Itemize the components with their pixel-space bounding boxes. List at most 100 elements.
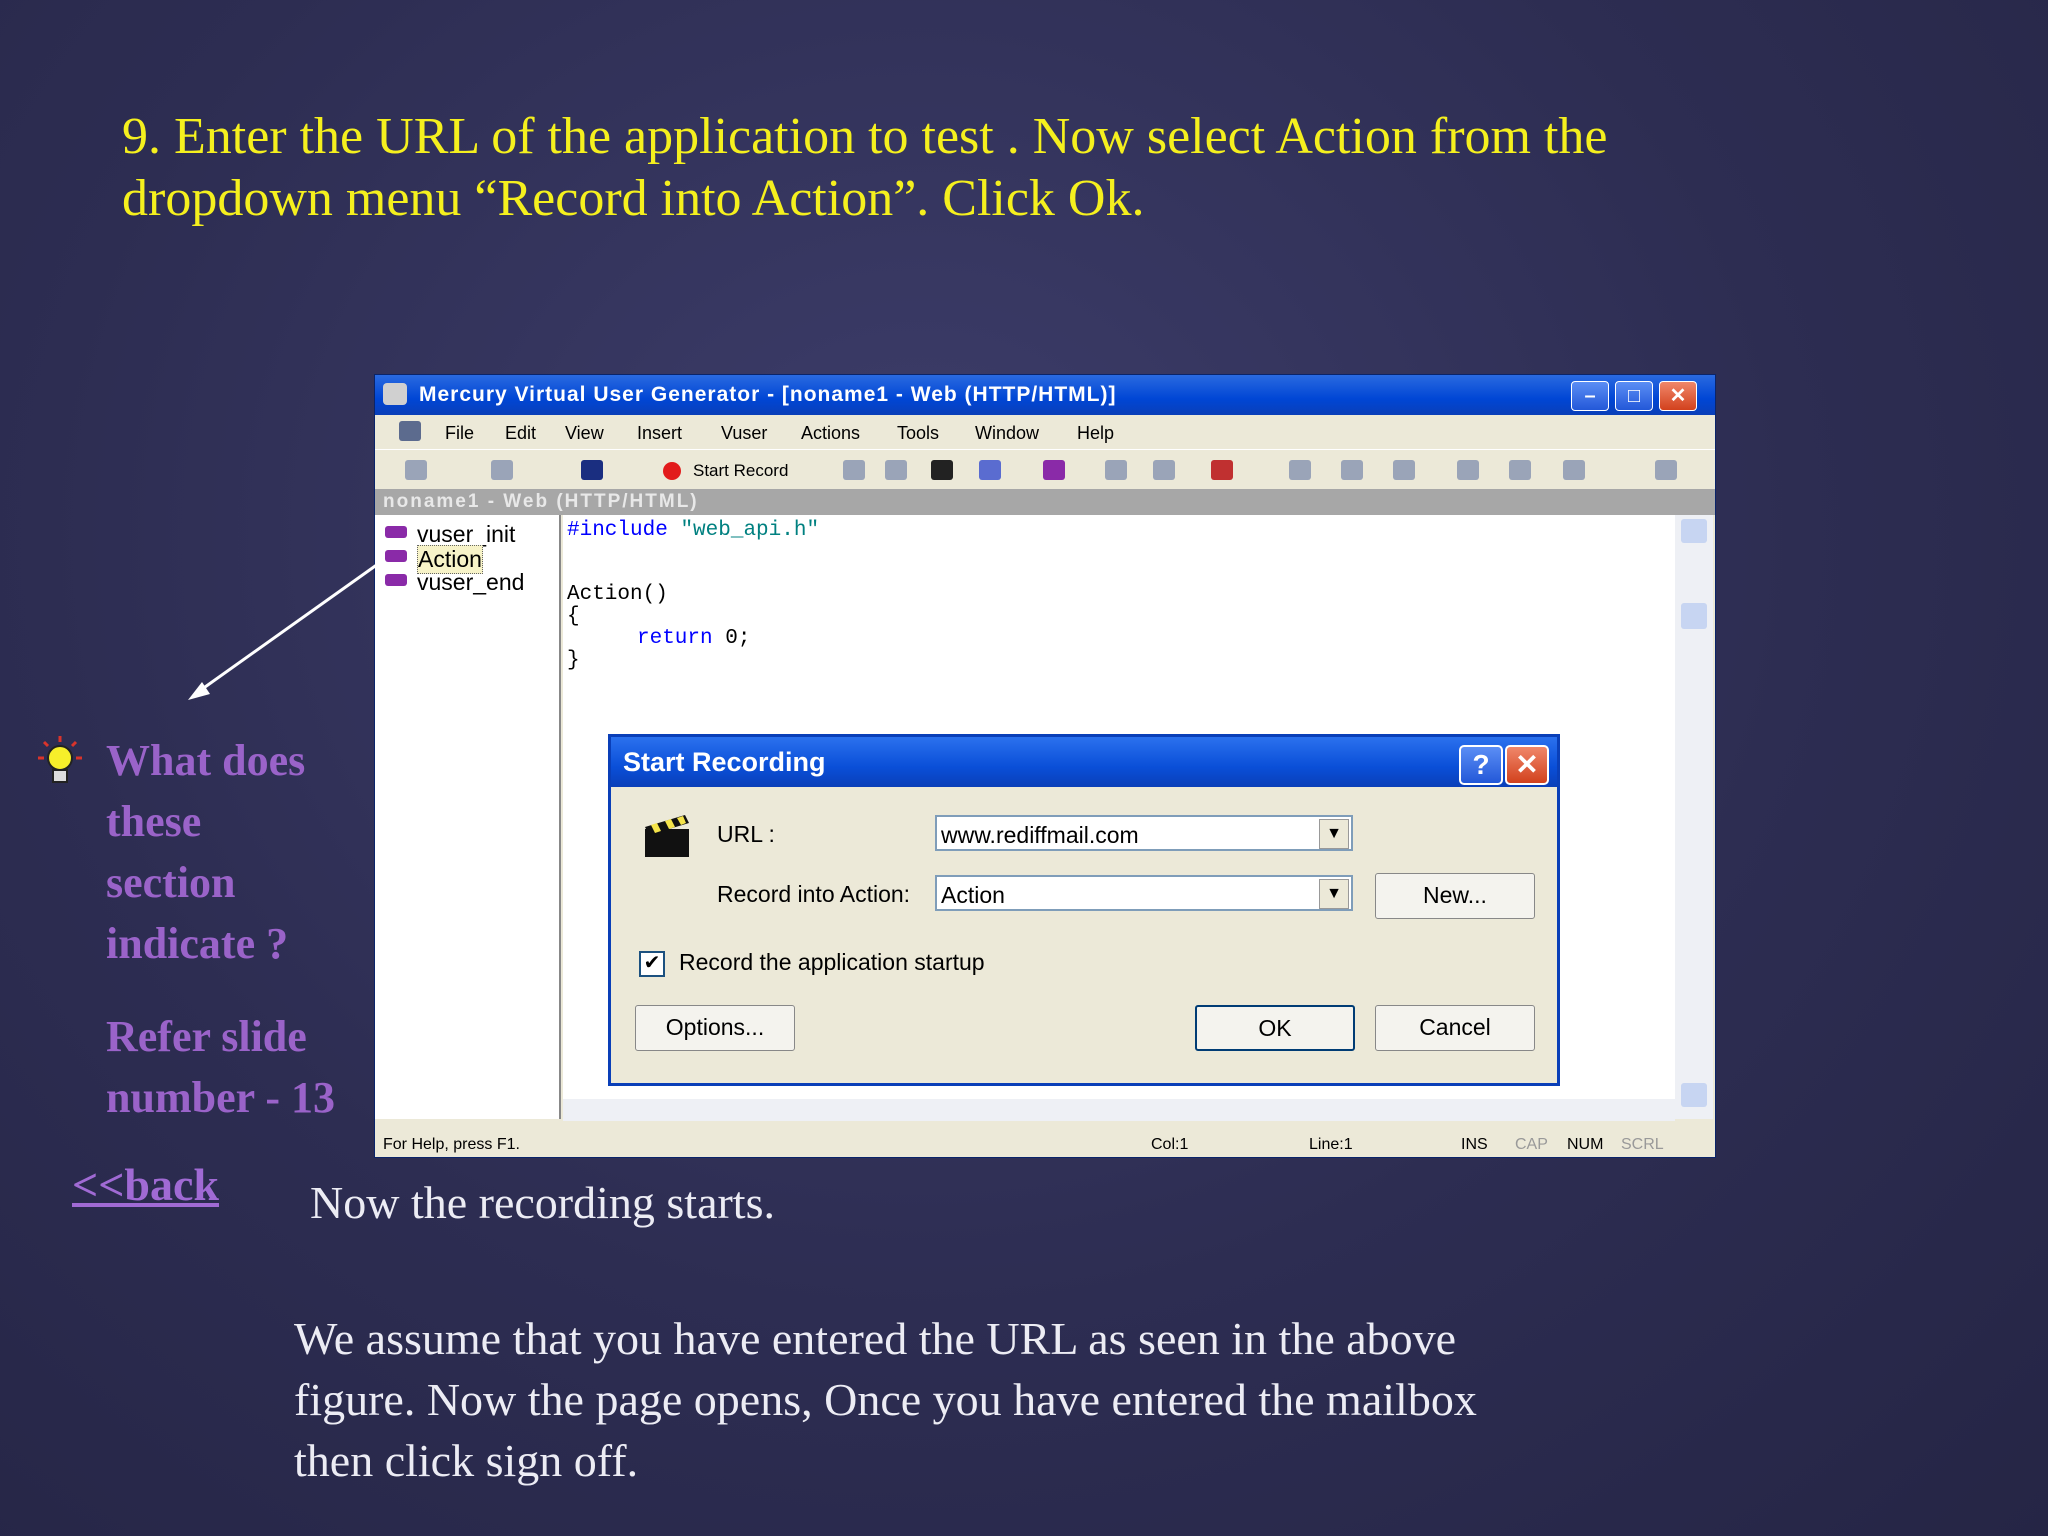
- menu-vuser[interactable]: Vuser: [721, 423, 767, 444]
- code-close-brace: }: [567, 649, 580, 672]
- clapperboard-icon: [645, 815, 689, 857]
- caption-instructions: We assume that you have entered the URL …: [294, 1308, 1934, 1491]
- document-titlebar: noname1 - Web (HTTP/HTML): [375, 489, 1715, 515]
- menu-tools[interactable]: Tools: [897, 423, 939, 444]
- code-return: return: [637, 627, 713, 650]
- code-open-brace: {: [567, 605, 580, 628]
- more-icon[interactable]: [1655, 460, 1677, 480]
- back-link[interactable]: <<back: [72, 1158, 219, 1211]
- lightbulb-icon: [38, 736, 82, 783]
- minimize-icon[interactable]: –: [1571, 381, 1609, 411]
- menu-view[interactable]: View: [565, 423, 604, 444]
- menu-insert[interactable]: Insert: [637, 423, 682, 444]
- record-into-select[interactable]: Action ▼: [935, 875, 1353, 911]
- record-startup-label: Record the application startup: [679, 949, 985, 975]
- slide-title: 9. Enter the URL of the application to t…: [122, 106, 1822, 230]
- scroll-up-icon[interactable]: [1681, 519, 1707, 543]
- code-include-file: "web_api.h": [680, 519, 820, 542]
- menu-edit[interactable]: Edit: [505, 423, 536, 444]
- open-icon[interactable]: [491, 460, 513, 480]
- chevron-down-icon[interactable]: ▼: [1319, 879, 1349, 909]
- action-cube-icon: [385, 525, 407, 538]
- url-value: www.rediffmail.com: [941, 822, 1139, 848]
- tree-item-action[interactable]: Action: [385, 545, 483, 574]
- ok-button[interactable]: OK: [1195, 1005, 1355, 1051]
- tree-item-vuser-init[interactable]: vuser_init: [385, 521, 515, 547]
- start-recording-dialog: Start Recording ? ✕ URL : www.rediffmail…: [608, 734, 1560, 1086]
- code-include: #include: [567, 519, 668, 542]
- caption-line-1: We assume that you have entered the URL …: [294, 1313, 1457, 1364]
- scroll-down-icon[interactable]: [1681, 1083, 1707, 1107]
- layout-icon-2[interactable]: [1509, 460, 1531, 480]
- tree-view-icon[interactable]: [1289, 460, 1311, 480]
- transaction-start-icon[interactable]: [1105, 460, 1127, 480]
- record-icon[interactable]: [663, 462, 681, 480]
- menu-bar: File Edit View Insert Vuser Actions Tool…: [375, 415, 1715, 449]
- url-input[interactable]: www.rediffmail.com ▼: [935, 815, 1353, 851]
- action-icon[interactable]: [1043, 460, 1065, 480]
- pause-icon[interactable]: [843, 460, 865, 480]
- caption-recording-starts: Now the recording starts.: [310, 1177, 775, 1228]
- dialog-close-icon[interactable]: ✕: [1505, 745, 1549, 785]
- status-num: NUM: [1567, 1136, 1604, 1153]
- question-line-3: section: [106, 858, 236, 907]
- question-text: What does these section indicate ?: [106, 730, 366, 974]
- status-col: Col:1: [1151, 1136, 1189, 1153]
- options-button[interactable]: Options...: [635, 1005, 795, 1051]
- record-startup-checkbox[interactable]: ✔: [639, 951, 665, 977]
- close-icon[interactable]: ✕: [1659, 381, 1697, 411]
- layout-icon-3[interactable]: [1563, 460, 1585, 480]
- action-cube-icon: [385, 549, 407, 562]
- status-cap: CAP: [1515, 1136, 1548, 1153]
- status-ins: INS: [1461, 1136, 1488, 1153]
- help-icon[interactable]: ?: [1459, 745, 1503, 785]
- script-view-icon[interactable]: [1341, 460, 1363, 480]
- url-label: URL :: [717, 821, 775, 847]
- dialog-title: Start Recording: [623, 747, 826, 777]
- status-bar: For Help, press F1. Col:1 Line:1 INS CAP…: [375, 1133, 1715, 1157]
- output-icon[interactable]: [1393, 460, 1415, 480]
- vertical-scrollbar[interactable]: [1675, 515, 1713, 1119]
- new-action-button[interactable]: New...: [1375, 873, 1535, 919]
- caption-line-3: then click sign off.: [294, 1435, 639, 1486]
- menu-file[interactable]: File: [445, 423, 474, 444]
- action-cube-icon: [385, 573, 407, 586]
- code-action-decl: Action(): [567, 583, 668, 606]
- transaction-end-icon[interactable]: [1153, 460, 1175, 480]
- layout-icon-1[interactable]: [1457, 460, 1479, 480]
- slide-title-line-1: 9. Enter the URL of the application to t…: [122, 108, 1608, 165]
- stop-icon[interactable]: [885, 460, 907, 480]
- start-record-button[interactable]: Start Record: [693, 461, 788, 481]
- document-title: noname1 - Web (HTTP/HTML): [383, 491, 699, 512]
- horizontal-scrollbar[interactable]: [563, 1099, 1675, 1121]
- menu-actions[interactable]: Actions: [801, 423, 860, 444]
- record-into-label: Record into Action:: [717, 881, 911, 907]
- menu-help[interactable]: Help: [1077, 423, 1114, 444]
- maximize-icon[interactable]: □: [1615, 381, 1653, 411]
- slide-title-line-2: dropdown menu “Record into Action”. Clic…: [122, 170, 1145, 227]
- status-scrl: SCRL: [1621, 1136, 1664, 1153]
- toolbar: Start Record: [375, 449, 1715, 490]
- caption-line-2: figure. Now the page opens, Once you hav…: [294, 1374, 1477, 1425]
- rendezvous-icon[interactable]: [1211, 460, 1233, 480]
- app-icon: [383, 383, 407, 405]
- action-tree: vuser_init Action vuser_end: [375, 515, 561, 1119]
- question-line-1: What does: [106, 736, 306, 785]
- refer-line-1: Refer slide: [106, 1012, 307, 1061]
- tree-item-vuser-end[interactable]: vuser_end: [385, 569, 524, 595]
- run-icon[interactable]: [931, 460, 953, 480]
- window-title: Mercury Virtual User Generator - [noname…: [419, 383, 1117, 406]
- chevron-down-icon[interactable]: ▼: [1319, 819, 1349, 849]
- record-into-value: Action: [941, 882, 1005, 908]
- compile-icon[interactable]: [979, 460, 1001, 480]
- save-icon[interactable]: [581, 460, 603, 480]
- doc-icon: [399, 421, 421, 441]
- status-line: Line:1: [1309, 1136, 1353, 1153]
- refer-text: Refer slide number - 13: [106, 1006, 366, 1128]
- scroll-thumb[interactable]: [1681, 603, 1707, 629]
- cancel-button[interactable]: Cancel: [1375, 1005, 1535, 1051]
- menu-window[interactable]: Window: [975, 423, 1039, 444]
- dialog-titlebar: Start Recording ? ✕: [611, 737, 1557, 787]
- status-help: For Help, press F1.: [383, 1136, 520, 1153]
- new-script-icon[interactable]: [405, 460, 427, 480]
